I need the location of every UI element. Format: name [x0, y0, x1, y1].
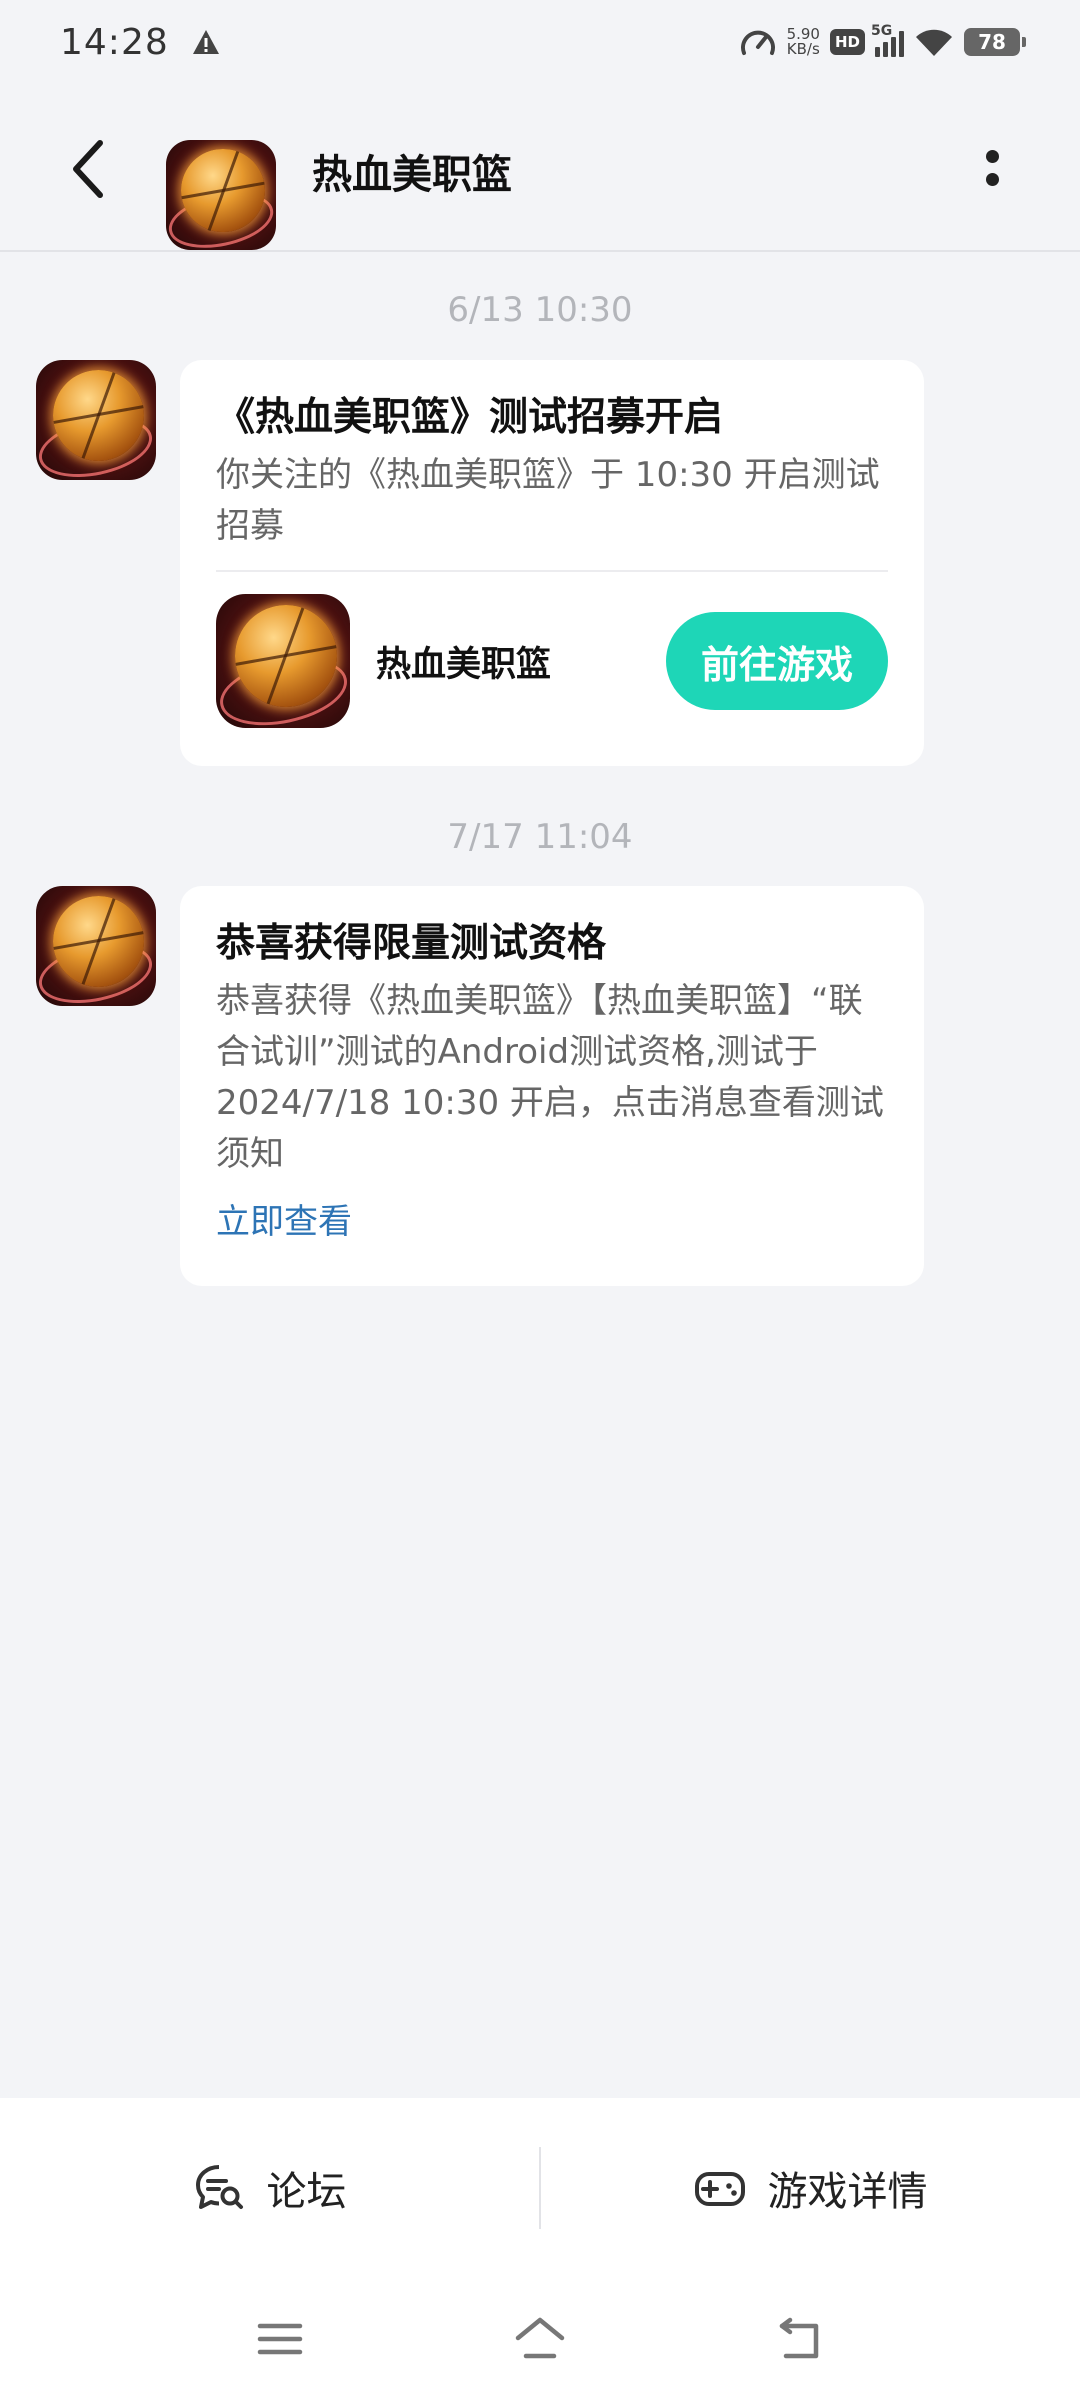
game-logo-icon[interactable] [216, 594, 350, 728]
network-type-label: 5G [871, 23, 893, 39]
game-details-tab[interactable]: 游戏详情 [541, 2098, 1080, 2278]
sender-avatar-game-logo-icon[interactable] [36, 360, 156, 480]
view-now-link[interactable]: 立即查看 [216, 1194, 888, 1243]
message-body: 恭喜获得《热血美职篮》【热血美职篮】“联合试训”测试的Android测试资格,测… [216, 981, 884, 1174]
chevron-left-icon [73, 140, 103, 198]
back-button[interactable] [58, 134, 118, 204]
back-nav-button[interactable] [765, 2309, 835, 2369]
network-speed-unit: KB/s [786, 40, 820, 58]
menu-icon [257, 2323, 303, 2355]
return-icon [779, 2317, 819, 2359]
hd-badge: HD [829, 29, 865, 55]
card-divider [216, 570, 888, 572]
game-logo-icon[interactable] [166, 140, 276, 250]
message-body: 你关注的《热血美职篮》于 10:30 开启测试招募 [216, 455, 880, 546]
home-icon [515, 2317, 565, 2359]
status-indicators: 5.90 KB/s HD 5G 78 [739, 23, 1026, 59]
message-card[interactable]: 恭喜获得限量测试资格 恭喜获得《热血美职篮》【热血美职篮】“联合试训”测试的An… [180, 886, 924, 1286]
forum-label: 论坛 [266, 2169, 347, 2215]
game-name: 热血美职篮 [376, 644, 552, 685]
battery-level: 78 [978, 30, 1006, 54]
wifi-icon [916, 29, 952, 56]
message-title: 《热血美职篮》测试招募开启 [216, 395, 724, 440]
home-button[interactable] [505, 2309, 575, 2369]
more-options-button[interactable] [970, 138, 1014, 198]
chat-header: 热血美职篮 [0, 84, 1080, 252]
game-details-label: 游戏详情 [767, 2169, 928, 2215]
gamepad-icon [694, 2172, 745, 2206]
more-dot-icon [985, 150, 999, 163]
game-row: 热血美职篮 前往游戏 [216, 594, 888, 728]
message-card[interactable]: 《热血美职篮》测试招募开启 你关注的《热血美职篮》于 10:30 开启测试招募 … [180, 360, 924, 766]
battery-icon: 78 [964, 28, 1026, 56]
sender-avatar-game-logo-icon[interactable] [36, 886, 156, 1006]
status-time: 14:28 [60, 21, 169, 63]
bottom-action-bar: 论坛 游戏详情 [0, 2098, 1080, 2278]
network-speed: 5.90 KB/s [787, 27, 820, 57]
message-timestamp: 7/17 11:04 [447, 817, 633, 857]
forum-tab[interactable]: 论坛 [0, 2098, 539, 2278]
system-navigation-bar [0, 2278, 1080, 2400]
speedometer-icon [740, 30, 775, 55]
page-title: 热血美职篮 [312, 152, 512, 198]
forum-chat-icon [195, 2165, 243, 2209]
more-dot-icon [985, 173, 999, 186]
recent-apps-button[interactable] [245, 2309, 315, 2369]
go-to-game-button[interactable]: 前往游戏 [666, 612, 888, 710]
message-title: 恭喜获得限量测试资格 [216, 921, 607, 966]
message-timestamp: 6/13 10:30 [447, 290, 633, 330]
warning-icon [192, 30, 219, 54]
status-bar: 14:28 5.90 KB/s HD 5G 78 [0, 0, 1080, 84]
cellular-signal-icon: 5G [871, 23, 904, 57]
